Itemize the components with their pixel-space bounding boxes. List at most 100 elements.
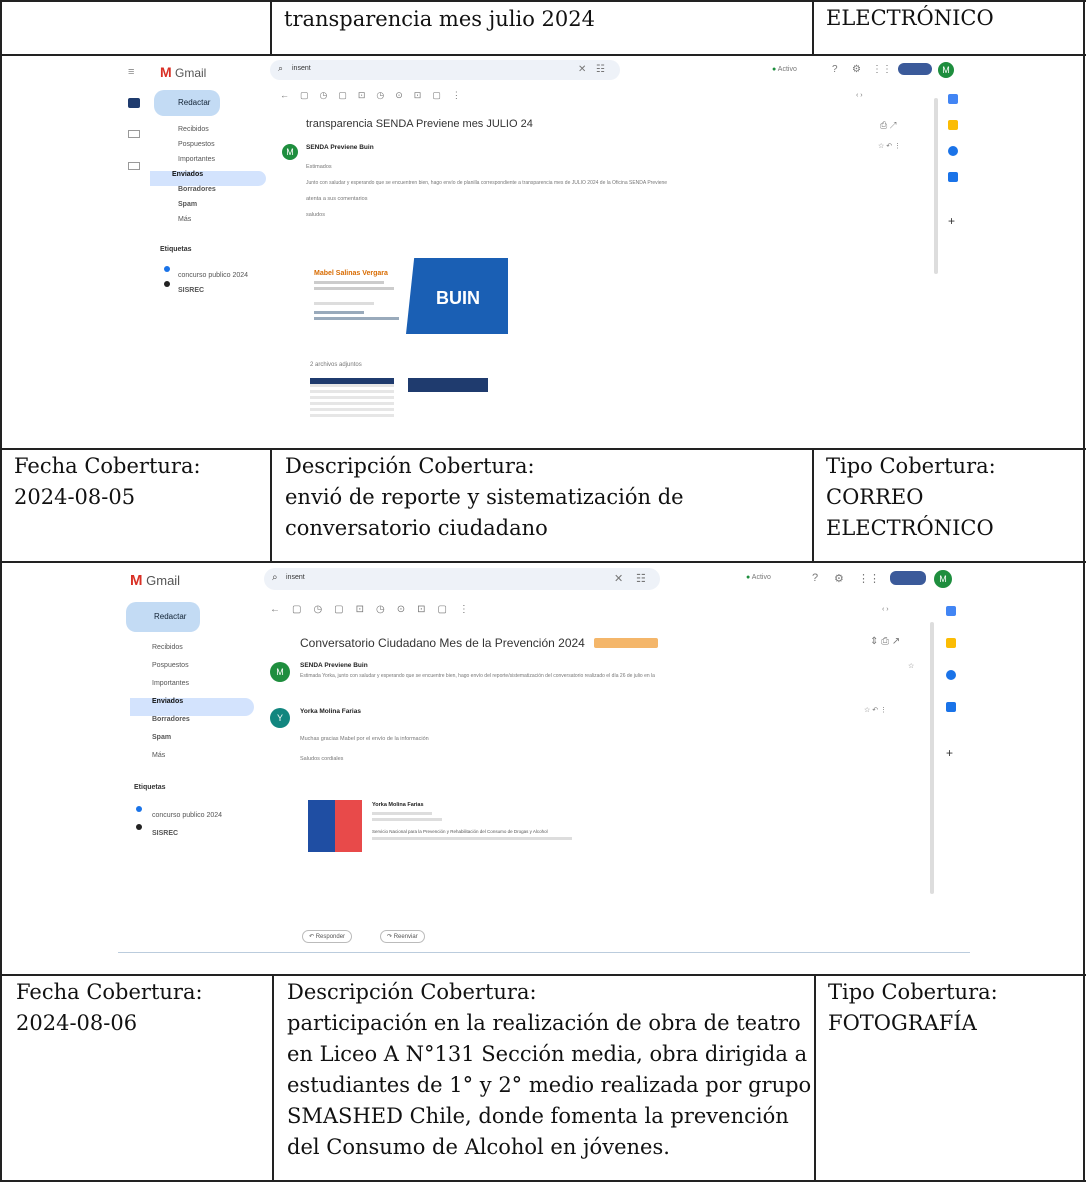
sidebar-item-snoozed[interactable]: Pospuestos [156, 141, 266, 156]
help-icon[interactable]: ? [832, 64, 838, 75]
keep-icon[interactable] [946, 638, 956, 648]
settings-icon[interactable]: ⚙ [834, 572, 844, 585]
apps-icon[interactable]: ⋮⋮ [872, 64, 892, 75]
sender-avatar: M [282, 144, 298, 160]
status-indicator[interactable]: ● Activo [772, 66, 797, 73]
mail-rail-icon [128, 98, 140, 108]
compose-button[interactable]: Redactar [154, 90, 220, 116]
body-line: Junto con saludar y esperando que se enc… [306, 180, 668, 186]
star-icon[interactable]: ☆ [908, 662, 914, 670]
add-addon-icon[interactable]: + [946, 746, 953, 760]
forward-button-label: Reenviar [393, 934, 418, 940]
sidebar-item-drafts[interactable]: Borradores [156, 186, 266, 201]
message-toolbar: ←▢◷▢⊡◷⊙⊡▢⋮ [280, 90, 472, 100]
forward-button[interactable]: ↷ Reenviar [380, 930, 425, 943]
compose-label: Redactar [178, 98, 211, 107]
row4-type-label: Tipo Cobertura: [828, 980, 998, 1004]
star-icon[interactable]: ☆ ↶ ⋮ [878, 142, 901, 150]
message-toolbar: ←▢◷▢⊡◷⊙⊡▢⋮ [270, 604, 481, 615]
row2-type-line: CORREO [826, 485, 924, 509]
sender1-name: SENDA Previene Buin [300, 662, 368, 669]
hamburger-icon: ≡ [128, 66, 135, 78]
account-avatar[interactable]: M [934, 570, 952, 588]
body-attention: atenta a sus comentarios [306, 196, 368, 202]
pagination-icons[interactable]: ‹ › [882, 606, 889, 613]
sender2-avatar: Y [270, 708, 290, 728]
sidebar-item-sent[interactable]: Enviados [150, 171, 266, 186]
tasks-icon[interactable] [948, 146, 958, 156]
row4-desc-label: Descripción Cobertura: [287, 980, 537, 1004]
account-avatar[interactable]: M [938, 62, 954, 78]
row2-date-value: 2024-08-05 [14, 485, 136, 509]
add-addon-icon[interactable]: + [948, 214, 955, 228]
clear-search-icon[interactable]: ✕ [578, 64, 586, 75]
label-dot-icon [136, 824, 142, 830]
label-item-concurso[interactable]: concurso publico 2024 [136, 804, 222, 822]
row4-desc-line: estudiantes de 1° y 2° medio realizada p… [287, 1073, 812, 1097]
sidebar-item-spam[interactable]: Spam [130, 734, 254, 752]
help-icon[interactable]: ? [812, 572, 818, 584]
sidebar-item-inbox[interactable]: Recibidos [130, 644, 254, 662]
body-closing: saludos [306, 212, 325, 218]
label-dot-icon [136, 806, 142, 812]
reply-actions[interactable]: ☆ ↶ ⋮ [864, 706, 887, 714]
status-indicator[interactable]: ● Activo [746, 574, 771, 581]
sidebar-item-important[interactable]: Importantes [130, 680, 254, 698]
label-item-sisrec[interactable]: SISREC [164, 279, 204, 297]
clear-search-icon[interactable]: ✕ [614, 572, 623, 585]
search-icon: ⌕ [272, 572, 278, 583]
sidebar-nav: Recibidos Pospuestos Importantes Enviado… [130, 644, 254, 770]
sidebar-item-sent[interactable]: Enviados [130, 698, 254, 716]
row2-desc-label: Descripción Cobertura: [285, 454, 535, 478]
print-icon[interactable]: ⇕ ⎙ ↗ [870, 636, 900, 647]
scrollbar[interactable] [930, 622, 934, 894]
attachment-thumb[interactable] [310, 378, 394, 418]
apps-icon[interactable]: ⋮⋮ [858, 572, 880, 585]
compose-label: Redactar [154, 612, 187, 621]
sidebar-item-spam[interactable]: Spam [156, 201, 266, 216]
labels-title: Etiquetas [134, 784, 166, 791]
row2-desc-line: conversatorio ciudadano [285, 516, 548, 540]
filter-icon[interactable]: ☷ [636, 572, 646, 585]
keep-icon[interactable] [948, 120, 958, 130]
search-bar[interactable]: ⌕ insent ✕ ☷ [264, 568, 660, 590]
gmail-m-icon: M [160, 64, 172, 80]
row4-desc-line: participación en la realización de obra … [287, 1011, 801, 1035]
scrollbar[interactable] [934, 98, 938, 274]
label-item-sisrec[interactable]: SISREC [136, 822, 178, 840]
contacts-icon[interactable] [948, 172, 958, 182]
row4-date-value: 2024-08-06 [16, 1011, 138, 1035]
gmail-screenshot-1: ≡ M Gmail Redactar Recibidos Pospuestos … [120, 58, 970, 430]
search-input[interactable]: insent [292, 65, 311, 72]
sidebar-item-snoozed[interactable]: Pospuestos [130, 662, 254, 680]
filter-icon[interactable]: ☷ [596, 64, 605, 75]
search-input[interactable]: insent [286, 574, 305, 581]
calendar-icon[interactable] [946, 606, 956, 616]
signature-org: Servicio Nacional para la Prevención y R… [372, 829, 548, 834]
attachment-thumb[interactable] [408, 378, 488, 392]
search-bar[interactable]: ⌕ insent ✕ ☷ [270, 60, 620, 80]
reply-button[interactable]: ↶ Responder [302, 930, 353, 943]
sidebar-item-inbox[interactable]: Recibidos [156, 126, 266, 141]
row2-type-line: ELECTRÓNICO [826, 516, 994, 540]
pagination-icons[interactable]: ‹ › [856, 92, 863, 99]
sender-name: SENDA Previene Buin [306, 144, 374, 151]
print-icon[interactable]: ⎙ ↗ [880, 120, 897, 131]
status-text: Activo [777, 66, 797, 73]
gmail-app-name: Gmail [175, 66, 207, 80]
compose-button[interactable]: Redactar [126, 602, 200, 632]
gmail-logo: M Gmail [130, 572, 180, 589]
sidebar-item-drafts[interactable]: Borradores [130, 716, 254, 734]
tasks-icon[interactable] [946, 670, 956, 680]
sidebar-item-more[interactable]: Más [156, 216, 266, 231]
buin-logo-text: BUIN [436, 288, 480, 308]
row0-description: transparencia mes julio 2024 [284, 4, 595, 35]
settings-icon[interactable]: ⚙ [852, 64, 861, 75]
calendar-icon[interactable] [948, 94, 958, 104]
row0-type-text: ELECTRÓNICO [826, 6, 994, 30]
sidebar-item-more[interactable]: Más [130, 752, 254, 770]
signature-name: Mabel Salinas Vergara [314, 270, 388, 277]
contacts-icon[interactable] [946, 702, 956, 712]
sidebar-item-important[interactable]: Importantes [156, 156, 266, 171]
row2-type: Tipo Cobertura: CORREO ELECTRÓNICO [826, 451, 996, 544]
